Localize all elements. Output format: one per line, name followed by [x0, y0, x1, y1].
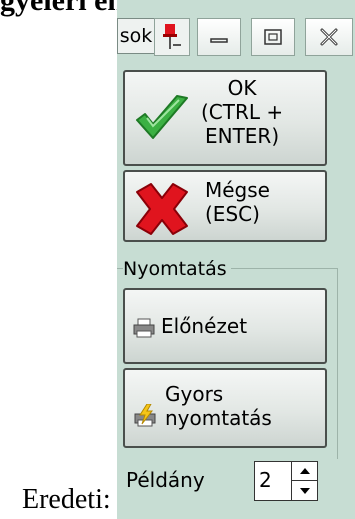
- ok-button[interactable]: OK (CTRL + ENTER): [123, 70, 327, 166]
- maximize-button[interactable]: [251, 18, 295, 56]
- quick-print-button[interactable]: Gyors nyomtatás: [123, 368, 327, 448]
- minimize-button[interactable]: [197, 18, 241, 56]
- spin-up-button[interactable]: [292, 462, 317, 481]
- title-text: sok: [117, 18, 155, 54]
- preview-label: Előnézet: [161, 314, 248, 338]
- print-preview-button[interactable]: Előnézet: [123, 288, 327, 364]
- copies-spin-buttons: [291, 462, 317, 500]
- copies-stepper[interactable]: 2: [254, 461, 318, 501]
- printer-icon: [133, 318, 155, 342]
- copies-label: Példány: [126, 468, 205, 492]
- print-group-title: Nyomtatás: [123, 258, 231, 280]
- checkmark-icon: [133, 94, 191, 146]
- spin-down-button[interactable]: [292, 481, 317, 500]
- dialog-panel: sok OK (CTRL + ENTER) Mégse (ESC) Nyomta…: [117, 0, 355, 519]
- cancel-label: Mégse (ESC): [205, 178, 270, 226]
- red-x-icon: [131, 182, 193, 240]
- close-button[interactable]: [305, 18, 353, 56]
- document-text-bottom: Eredeti:: [22, 484, 111, 515]
- pin-button[interactable]: [154, 18, 190, 56]
- cancel-button[interactable]: Mégse (ESC): [123, 170, 327, 242]
- quick-print-icon: [133, 403, 159, 432]
- copies-value[interactable]: 2: [259, 468, 272, 492]
- title-bar: sok: [117, 18, 355, 60]
- ok-label: OK (CTRL + ENTER): [201, 76, 284, 148]
- quick-print-label: Gyors nyomtatás: [165, 382, 272, 430]
